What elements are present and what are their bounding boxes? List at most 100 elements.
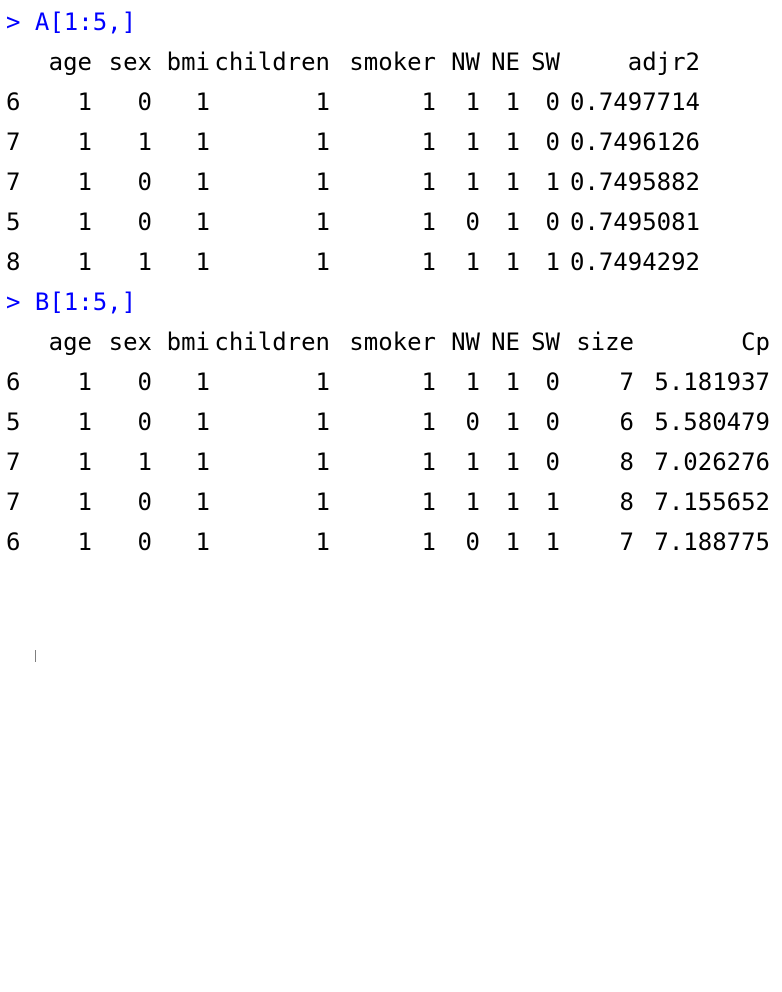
row-name: 5 bbox=[6, 408, 21, 436]
text-cursor bbox=[35, 650, 36, 662]
table-cell: 1 bbox=[315, 208, 330, 236]
table-cell: 1 bbox=[465, 368, 480, 396]
table-cell: 7 bbox=[619, 528, 634, 556]
table-cell: 1 bbox=[77, 168, 92, 196]
table-cell: 5.580479 bbox=[654, 408, 770, 436]
table-cell: 1 bbox=[505, 248, 520, 276]
table-cell: 8 bbox=[619, 448, 634, 476]
table-cell: 0 bbox=[137, 528, 152, 556]
column-header-ne: NE bbox=[491, 328, 520, 356]
table-cell: 1 bbox=[195, 88, 210, 116]
table-cell: 1 bbox=[421, 208, 436, 236]
table-cell: 0 bbox=[465, 208, 480, 236]
column-header-size: size bbox=[576, 328, 634, 356]
column-header-sw: SW bbox=[531, 328, 560, 356]
r-console[interactable]: > A[1:5,] age sex bmi children smoker NW… bbox=[0, 0, 782, 666]
console-command-b: > B[1:5,] bbox=[6, 288, 137, 316]
column-header-ne: NE bbox=[491, 48, 520, 76]
table-cell: 1 bbox=[505, 408, 520, 436]
row-name: 7 bbox=[6, 168, 21, 196]
table-cell: 0 bbox=[137, 88, 152, 116]
table-cell: 0 bbox=[137, 488, 152, 516]
table-cell: 1 bbox=[505, 128, 520, 156]
table-cell: 0 bbox=[545, 88, 560, 116]
table-cell: 0 bbox=[137, 168, 152, 196]
column-header-children: children bbox=[214, 328, 330, 356]
table-cell: 1 bbox=[315, 488, 330, 516]
table-cell: 1 bbox=[505, 448, 520, 476]
table-cell: 0 bbox=[545, 408, 560, 436]
row-name: 6 bbox=[6, 528, 21, 556]
table-cell: 1 bbox=[505, 168, 520, 196]
table-cell: 1 bbox=[77, 528, 92, 556]
table-cell: 1 bbox=[545, 528, 560, 556]
table-cell: 0 bbox=[137, 208, 152, 236]
table-cell: 7.188775 bbox=[654, 528, 770, 556]
table-cell: 1 bbox=[137, 448, 152, 476]
table-cell: 1 bbox=[77, 488, 92, 516]
table-cell: 1 bbox=[421, 488, 436, 516]
table-cell: 1 bbox=[195, 128, 210, 156]
table-row: 6 1 0 1 1 1 0 1 1 7 7.188775 bbox=[6, 524, 770, 560]
row-name: 8 bbox=[6, 248, 21, 276]
table-cell: 1 bbox=[195, 368, 210, 396]
table-cell: 0.7497714 bbox=[569, 88, 700, 116]
table-cell: 1 bbox=[465, 128, 480, 156]
table-cell: 1 bbox=[465, 248, 480, 276]
table-row: 5 1 0 1 1 1 0 1 0 6 5.580479 bbox=[6, 404, 770, 440]
table-cell: 1 bbox=[315, 368, 330, 396]
table-cell: 0 bbox=[137, 368, 152, 396]
table-cell: 1 bbox=[77, 408, 92, 436]
table-cell: 0.7495882 bbox=[569, 168, 700, 196]
table-cell: 0 bbox=[545, 128, 560, 156]
column-header-smoker: smoker bbox=[349, 48, 436, 76]
column-header-adjr2: adjr2 bbox=[627, 48, 700, 76]
table-cell: 0 bbox=[545, 448, 560, 476]
table-cell: 1 bbox=[545, 488, 560, 516]
table-row: 5 1 0 1 1 1 0 1 0 0.7495081 bbox=[6, 204, 700, 240]
table-cell: 7.026276 bbox=[654, 448, 770, 476]
table-a-header: age sex bmi children smoker NW NE SW adj… bbox=[6, 44, 700, 80]
table-cell: 1 bbox=[465, 448, 480, 476]
table-cell: 1 bbox=[545, 248, 560, 276]
table-cell: 7 bbox=[619, 368, 634, 396]
table-row: 7 1 0 1 1 1 1 1 1 0.7495882 bbox=[6, 164, 700, 200]
table-cell: 1 bbox=[505, 488, 520, 516]
table-b-header: age sex bmi children smoker NW NE SW siz… bbox=[6, 324, 770, 360]
table-cell: 1 bbox=[315, 88, 330, 116]
table-cell: 1 bbox=[315, 448, 330, 476]
table-cell: 0.7495081 bbox=[569, 208, 700, 236]
table-cell: 1 bbox=[77, 448, 92, 476]
table-cell: 1 bbox=[195, 488, 210, 516]
table-cell: 0.7496126 bbox=[569, 128, 700, 156]
table-cell: 1 bbox=[77, 208, 92, 236]
row-name: 6 bbox=[6, 88, 21, 116]
table-cell: 1 bbox=[77, 368, 92, 396]
column-header-sw: SW bbox=[531, 48, 560, 76]
table-cell: 1 bbox=[315, 128, 330, 156]
table-cell: 1 bbox=[77, 248, 92, 276]
row-name: 6 bbox=[6, 368, 21, 396]
table-cell: 8 bbox=[619, 488, 634, 516]
table-cell: 1 bbox=[421, 168, 436, 196]
table-cell: 6 bbox=[619, 408, 634, 436]
column-header-cp: Cp bbox=[741, 328, 770, 356]
table-cell: 0 bbox=[545, 368, 560, 396]
column-header-age: age bbox=[48, 328, 92, 356]
table-cell: 1 bbox=[195, 248, 210, 276]
table-row: 8 1 1 1 1 1 1 1 1 0.7494292 bbox=[6, 244, 700, 280]
table-cell: 1 bbox=[465, 168, 480, 196]
table-cell: 5.181937 bbox=[654, 368, 770, 396]
table-cell: 0 bbox=[465, 528, 480, 556]
table-cell: 1 bbox=[421, 528, 436, 556]
column-header-bmi: bmi bbox=[166, 328, 210, 356]
table-cell: 1 bbox=[137, 248, 152, 276]
table-cell: 1 bbox=[315, 528, 330, 556]
table-cell: 1 bbox=[77, 128, 92, 156]
table-cell: 1 bbox=[465, 488, 480, 516]
table-cell: 0 bbox=[545, 208, 560, 236]
table-row: 7 1 1 1 1 1 1 1 0 0.7496126 bbox=[6, 124, 700, 160]
console-command-a: > A[1:5,] bbox=[6, 8, 137, 36]
row-name: 5 bbox=[6, 208, 21, 236]
table-row: 7 1 1 1 1 1 1 1 0 8 7.026276 bbox=[6, 444, 770, 480]
